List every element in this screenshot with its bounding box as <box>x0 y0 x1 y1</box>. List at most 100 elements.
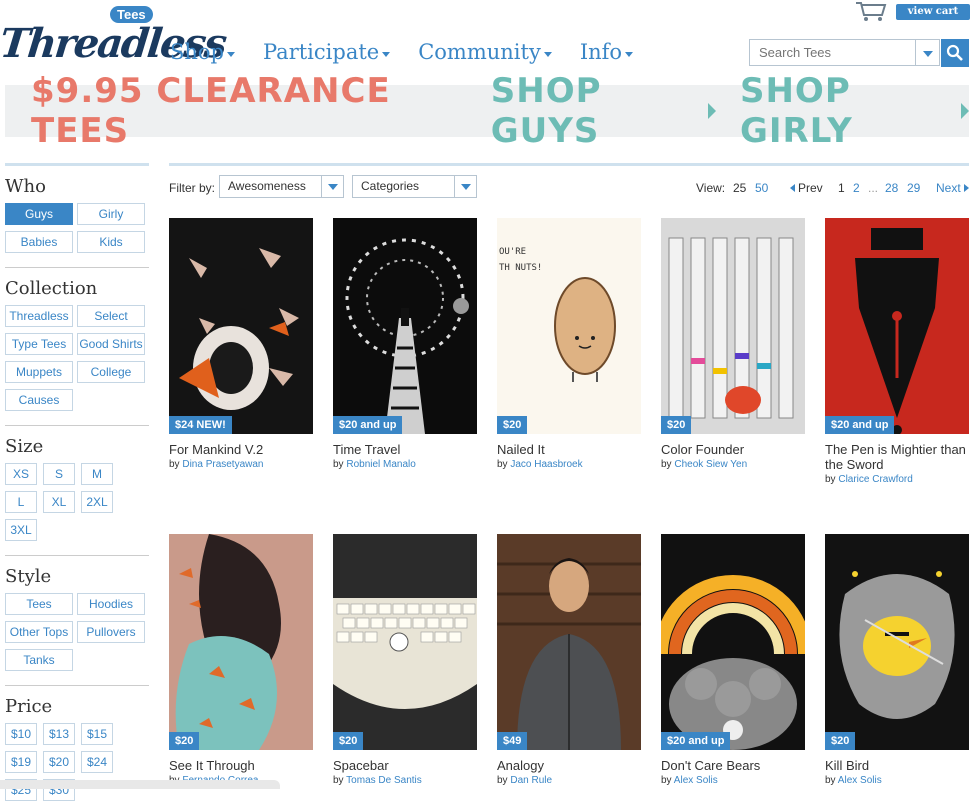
size-m-button[interactable]: M <box>81 463 113 485</box>
cart-icon[interactable] <box>852 0 888 22</box>
clearance-tees-link[interactable]: $9.95 CLEARANCE TEES <box>31 71 467 151</box>
collection-college-button[interactable]: College <box>77 361 145 383</box>
arrow-right-icon <box>707 103 716 119</box>
nav-community[interactable]: Community <box>418 40 552 64</box>
collection-type-tees-button[interactable]: Type Tees <box>5 333 73 355</box>
page-28-link[interactable]: 28 <box>885 181 898 195</box>
price-13-button[interactable]: $13 <box>43 723 75 745</box>
product-image[interactable]: $20 <box>169 534 313 750</box>
category-select-value: Categories <box>361 179 420 193</box>
who-girly-button[interactable]: Girly <box>77 203 145 225</box>
filter-by-label: Filter by: <box>169 181 216 195</box>
product-card[interactable]: $20 See It Through by Fernando Correa <box>169 534 313 786</box>
artist-link[interactable]: Jaco Haasbroek <box>510 459 582 470</box>
artist-link[interactable]: Cheok Siew Yen <box>674 459 747 470</box>
product-card[interactable]: $20 Color Founder by Cheok Siew Yen <box>661 218 805 470</box>
price-19-button[interactable]: $19 <box>5 751 37 773</box>
product-card[interactable]: $20 and up Don't Care Bears by Alex Soli… <box>661 534 805 786</box>
artist-link[interactable]: Tomas De Santis <box>346 775 422 786</box>
size-s-button[interactable]: S <box>43 463 75 485</box>
product-card[interactable]: $24 NEW! For Mankind V.2 by Dina Prasety… <box>169 218 313 470</box>
collection-muppets-button[interactable]: Muppets <box>5 361 73 383</box>
artist-link[interactable]: Dina Prasetyawan <box>182 459 263 470</box>
price-15-button[interactable]: $15 <box>81 723 113 745</box>
product-title[interactable]: For Mankind V.2 <box>169 442 313 457</box>
search-input[interactable] <box>749 39 916 66</box>
page-2-link[interactable]: 2 <box>853 181 860 195</box>
product-title[interactable]: The Pen is Mightier than the Sword <box>825 442 969 472</box>
who-guys-button[interactable]: Guys <box>5 203 73 225</box>
product-title[interactable]: See It Through <box>169 758 313 773</box>
size-l-button[interactable]: L <box>5 491 37 513</box>
sidebar-rule <box>5 163 149 166</box>
product-card[interactable]: $20 and up Time Travel by Robniel Manalo <box>333 218 477 470</box>
product-image[interactable]: $20 and up <box>661 534 805 750</box>
collection-good-shirts-button[interactable]: Good Shirts <box>77 333 145 355</box>
price-10-button[interactable]: $10 <box>5 723 37 745</box>
product-image[interactable]: $20 <box>661 218 805 434</box>
style-tanks-button[interactable]: Tanks <box>5 649 73 671</box>
search-icon <box>946 44 963 61</box>
view-50-link[interactable]: 50 <box>755 181 768 195</box>
view-cart-button[interactable]: view cart <box>896 4 970 20</box>
product-title[interactable]: Spacebar <box>333 758 477 773</box>
product-card[interactable]: OU'RE TH NUTS! $20 Nailed It by Jaco Haa… <box>497 218 641 470</box>
nav-community-label: Community <box>418 40 541 64</box>
product-card[interactable]: $49 Analogy by Dan Rule <box>497 534 641 786</box>
style-options: Tees Hoodies Other Tops Pullovers Tanks <box>5 593 149 671</box>
category-select[interactable]: Categories <box>352 175 477 198</box>
product-image[interactable]: OU'RE TH NUTS! $20 <box>497 218 641 434</box>
style-other-tops-button[interactable]: Other Tops <box>5 621 73 643</box>
search-scope-dropdown[interactable] <box>915 39 940 66</box>
product-image[interactable]: $20 and up <box>333 218 477 434</box>
divider <box>5 555 149 556</box>
collection-threadless-button[interactable]: Threadless <box>5 305 73 327</box>
style-tees-button[interactable]: Tees <box>5 593 73 615</box>
artist-link[interactable]: Clarice Crawford <box>838 474 912 485</box>
who-kids-button[interactable]: Kids <box>77 231 145 253</box>
prev-page-link[interactable]: Prev <box>790 181 823 195</box>
sort-select[interactable]: Awesomeness <box>219 175 344 198</box>
artist-link[interactable]: Alex Solis <box>838 775 882 786</box>
product-title[interactable]: Analogy <box>497 758 641 773</box>
shop-guys-link[interactable]: SHOP GUYS <box>491 71 716 151</box>
artist-link[interactable]: Dan Rule <box>510 775 552 786</box>
next-page-link[interactable]: Next <box>936 181 969 195</box>
collection-causes-button[interactable]: Causes <box>5 389 73 411</box>
size-2xl-button[interactable]: 2XL <box>81 491 113 513</box>
product-card[interactable]: $20 Kill Bird by Alex Solis <box>825 534 969 786</box>
view-25-current: 25 <box>733 181 747 195</box>
product-image[interactable]: $20 <box>333 534 477 750</box>
product-card[interactable]: $20 Spacebar by Tomas De Santis <box>333 534 477 786</box>
product-title[interactable]: Color Founder <box>661 442 805 457</box>
by-prefix: by <box>661 775 672 786</box>
artist-link[interactable]: Robniel Manalo <box>346 459 416 470</box>
artist-link[interactable]: Alex Solis <box>674 775 718 786</box>
who-babies-button[interactable]: Babies <box>5 231 73 253</box>
style-pullovers-button[interactable]: Pullovers <box>77 621 145 643</box>
product-title[interactable]: Nailed It <box>497 442 641 457</box>
nav-info[interactable]: Info <box>580 40 634 64</box>
product-title[interactable]: Don't Care Bears <box>661 758 805 773</box>
collection-select-button[interactable]: Select <box>77 305 145 327</box>
search-button[interactable] <box>941 39 969 67</box>
price-20-button[interactable]: $20 <box>43 751 75 773</box>
shop-girly-link[interactable]: SHOP GIRLY <box>740 71 969 151</box>
threadless-logo[interactable]: Threadless Tees <box>0 6 227 67</box>
style-hoodies-button[interactable]: Hoodies <box>77 593 145 615</box>
nav-shop[interactable]: Shop <box>170 40 235 64</box>
page-29-link[interactable]: 29 <box>907 181 920 195</box>
size-xs-button[interactable]: XS <box>5 463 37 485</box>
product-image[interactable]: $20 and up <box>825 218 969 434</box>
price-badge: $20 <box>825 732 856 750</box>
product-title[interactable]: Kill Bird <box>825 758 969 773</box>
size-xl-button[interactable]: XL <box>43 491 75 513</box>
product-card[interactable]: $20 and up The Pen is Mightier than the … <box>825 218 969 485</box>
product-title[interactable]: Time Travel <box>333 442 477 457</box>
price-24-button[interactable]: $24 <box>81 751 113 773</box>
product-image[interactable]: $20 <box>825 534 969 750</box>
product-image[interactable]: $24 NEW! <box>169 218 313 434</box>
nav-participate[interactable]: Participate <box>263 40 391 64</box>
size-3xl-button[interactable]: 3XL <box>5 519 37 541</box>
product-image[interactable]: $49 <box>497 534 641 750</box>
